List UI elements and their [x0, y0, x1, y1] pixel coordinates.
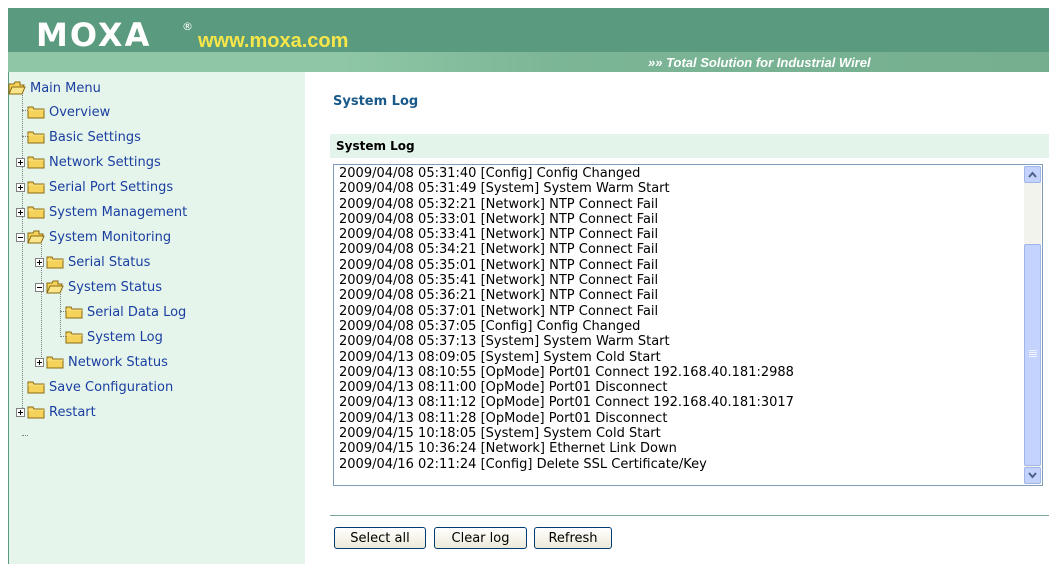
log-line: 2009/04/08 05:37:05 [Config] Config Chan…	[339, 318, 641, 334]
log-scrollbar[interactable]	[1024, 166, 1041, 484]
scroll-down-button[interactable]	[1024, 467, 1041, 484]
expand-icon[interactable]	[35, 257, 44, 267]
sidebar-item-label: Serial Port Settings	[49, 179, 174, 195]
sidebar-item-label: Restart	[49, 404, 96, 420]
sidebar-item-label: Main Menu	[30, 80, 101, 96]
content-divider	[330, 515, 1049, 516]
grip-icon	[1029, 350, 1037, 358]
open-folder-icon	[8, 81, 26, 95]
folder-icon	[27, 105, 45, 119]
sidebar-item-system-management[interactable]: System Management	[16, 202, 187, 222]
sidebar-item-save-configuration[interactable]: Save Configuration	[27, 377, 173, 397]
sidebar-item-label: Save Configuration	[49, 379, 174, 395]
sidebar-item-basic-settings[interactable]: Basic Settings	[27, 127, 141, 147]
sidebar-item-restart[interactable]: Restart	[16, 402, 96, 422]
folder-icon	[27, 205, 45, 219]
sidebar-item-system-status[interactable]: System Status	[35, 277, 162, 297]
log-line: 2009/04/13 08:11:28 [OpMode] Port01 Disc…	[339, 410, 668, 426]
log-line: 2009/04/08 05:37:01 [Network] NTP Connec…	[339, 303, 659, 319]
folder-icon	[65, 330, 83, 344]
folder-icon	[46, 355, 64, 369]
log-line: 2009/04/08 05:33:41 [Network] NTP Connec…	[339, 227, 659, 243]
sidebar-item-label: System Monitoring	[49, 229, 172, 245]
sidebar-item-main-menu[interactable]: Main Menu	[8, 78, 101, 98]
sidebar-item-label: Network Status	[68, 354, 168, 370]
refresh-button[interactable]: Refresh	[534, 527, 612, 549]
log-lines: 2009/04/08 05:31:40 [Config] Config Chan…	[339, 166, 1022, 472]
site-url[interactable]: www.moxa.com	[198, 30, 348, 53]
log-line: 2009/04/08 05:31:40 [Config] Config Chan…	[339, 166, 641, 181]
chevron-up-icon	[1028, 171, 1037, 178]
folder-icon	[46, 255, 64, 269]
expand-icon[interactable]	[35, 357, 44, 367]
sidebar-item-label: Basic Settings	[49, 129, 141, 145]
moxa-logo: MOXA	[36, 16, 152, 54]
log-line: 2009/04/08 05:35:01 [Network] NTP Connec…	[339, 257, 659, 273]
scroll-up-button[interactable]	[1024, 166, 1041, 183]
log-line: 2009/04/13 08:10:55 [OpMode] Port01 Conn…	[339, 364, 794, 380]
log-line: 2009/04/13 08:11:12 [OpMode] Port01 Conn…	[339, 395, 794, 411]
log-line: 2009/04/08 05:36:21 [Network] NTP Connec…	[339, 288, 659, 304]
chevron-down-icon	[1028, 472, 1037, 479]
sidebar-item-serial-status[interactable]: Serial Status	[35, 252, 150, 272]
scrollbar-thumb[interactable]	[1024, 244, 1041, 466]
header-banner: MOXA ® www.moxa.com »» Total Solution fo…	[8, 8, 1049, 72]
log-line: 2009/04/08 05:35:41 [Network] NTP Connec…	[339, 273, 659, 289]
section-header-bar	[330, 134, 1049, 158]
page-title: System Log	[333, 94, 419, 109]
folder-icon	[27, 180, 45, 194]
section-title: System Log	[336, 139, 415, 153]
sidebar-item-label: Serial Data Log	[87, 304, 187, 320]
folder-icon	[27, 405, 45, 419]
open-folder-icon	[27, 230, 45, 244]
sidebar-item-label: System Management	[49, 204, 188, 220]
log-line: 2009/04/13 08:09:05 [System] System Cold…	[339, 349, 661, 365]
log-line: 2009/04/08 05:31:49 [System] System Warm…	[339, 181, 670, 197]
log-line: 2009/04/08 05:32:21 [Network] NTP Connec…	[339, 196, 659, 212]
collapse-icon[interactable]	[35, 282, 44, 292]
collapse-icon[interactable]	[16, 232, 25, 242]
sidebar-item-serial-data-log[interactable]: Serial Data Log	[65, 302, 186, 322]
log-line: 2009/04/08 05:37:13 [System] System Warm…	[339, 334, 670, 350]
clear-log-button[interactable]: Clear log	[434, 527, 527, 549]
expand-icon[interactable]	[16, 182, 25, 192]
registered-mark: ®	[182, 20, 193, 33]
sidebar-item-serial-port-settings[interactable]: Serial Port Settings	[16, 177, 173, 197]
sidebar-item-network-settings[interactable]: Network Settings	[16, 152, 161, 172]
sidebar-main-menu: Main Menu Overview Basic Settings Networ…	[8, 72, 305, 564]
sidebar-item-label: Overview	[49, 104, 111, 120]
log-line: 2009/04/13 08:11:00 [OpMode] Port01 Disc…	[339, 380, 668, 396]
sidebar-item-label: System Status	[68, 279, 163, 295]
log-line: 2009/04/15 10:36:24 [Network] Ethernet L…	[339, 441, 677, 457]
sidebar-item-network-status[interactable]: Network Status	[35, 352, 168, 372]
sidebar-item-overview[interactable]: Overview	[27, 102, 110, 122]
open-folder-icon	[46, 280, 64, 294]
folder-icon	[27, 380, 45, 394]
log-line: 2009/04/15 10:18:05 [System] System Cold…	[339, 426, 661, 442]
log-line: 2009/04/08 05:33:01 [Network] NTP Connec…	[339, 211, 659, 227]
expand-icon[interactable]	[16, 407, 25, 417]
expand-icon[interactable]	[16, 157, 25, 167]
log-line: 2009/04/08 05:34:21 [Network] NTP Connec…	[339, 242, 659, 258]
log-line: 2009/04/16 02:11:24 [Config] Delete SSL …	[339, 456, 707, 472]
sidebar-item-label: System Log	[87, 329, 163, 345]
sidebar-item-system-log[interactable]: System Log	[65, 327, 163, 347]
select-all-button[interactable]: Select all	[334, 527, 426, 549]
folder-icon	[27, 130, 45, 144]
folder-icon	[65, 305, 83, 319]
expand-icon[interactable]	[16, 207, 25, 217]
sidebar-item-system-monitoring[interactable]: System Monitoring	[16, 227, 171, 247]
folder-icon	[27, 155, 45, 169]
sidebar-item-label: Network Settings	[49, 154, 161, 170]
sidebar-item-label: Serial Status	[68, 254, 151, 270]
tagline: »» Total Solution for Industrial Wirel	[648, 55, 871, 70]
system-log-textarea[interactable]: 2009/04/08 05:31:40 [Config] Config Chan…	[333, 164, 1043, 486]
